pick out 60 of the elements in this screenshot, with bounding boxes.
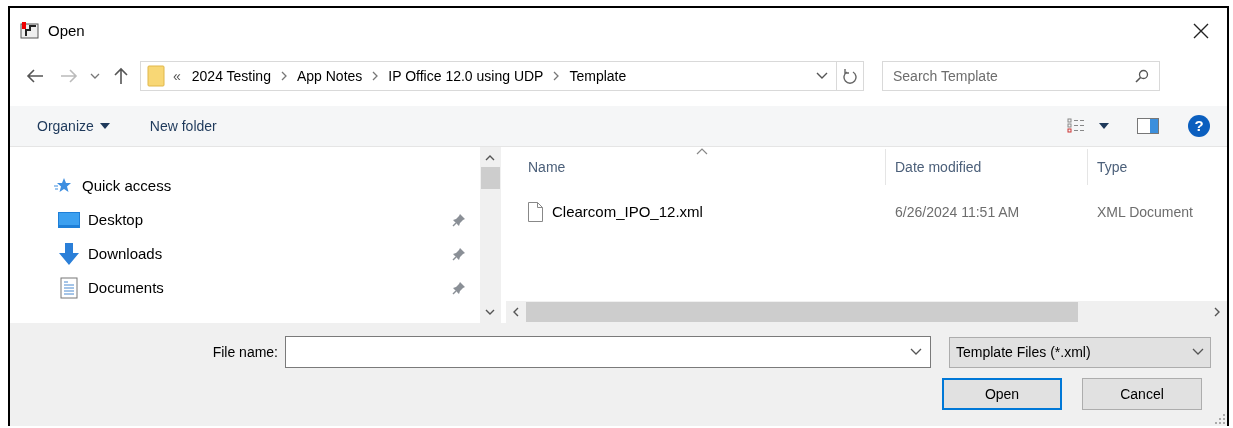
chevron-down-icon[interactable]	[910, 348, 922, 356]
chevron-right-icon[interactable]	[553, 71, 560, 81]
new-folder-button[interactable]: New folder	[149, 115, 217, 137]
breadcrumb-item[interactable]: 2024 Testing	[191, 65, 271, 87]
star-icon	[54, 178, 72, 194]
up-arrow-icon[interactable]	[114, 67, 128, 85]
search-field[interactable]: Search Template	[882, 61, 1160, 91]
scroll-up-icon[interactable]	[485, 155, 495, 161]
column-header[interactable]: Name	[528, 156, 566, 178]
open-button[interactable]: Open	[942, 378, 1062, 410]
file-type-dropdown[interactable]: Template Files (*.xml)	[949, 336, 1211, 368]
date-cell: 6/26/2024 11:51 AM	[895, 204, 1020, 220]
chevron-right-icon[interactable]	[280, 71, 287, 81]
resize-grip-icon[interactable]	[1215, 414, 1225, 424]
file-icon	[528, 202, 543, 222]
breadcrumb-item[interactable]: IP Office 12.0 using UDP	[388, 65, 544, 87]
nav-item[interactable]: Documents	[88, 276, 452, 300]
address-bar[interactable]: « 2024 Testing App Notes IP Office 12.0 using UDP Template	[140, 61, 864, 91]
file-name-label: File name:	[211, 342, 278, 362]
scroll-left-icon[interactable]	[513, 307, 519, 317]
breadcrumb-overflow[interactable]: «	[173, 65, 181, 87]
help-icon[interactable]: ?	[1187, 114, 1211, 138]
pin-icon[interactable]	[452, 213, 466, 227]
chevron-right-icon[interactable]	[372, 71, 379, 81]
search-icon	[1135, 69, 1149, 83]
scrollbar-thumb[interactable]	[526, 302, 1078, 322]
column-header[interactable]: Date modified	[895, 156, 982, 178]
caret-down-icon	[99, 123, 110, 129]
scroll-down-icon[interactable]	[485, 309, 495, 315]
nav-item[interactable]: Desktop	[88, 208, 452, 232]
nav-item[interactable]: Quick access	[82, 174, 480, 198]
vertical-scrollbar[interactable]	[480, 147, 500, 323]
breadcrumb-item[interactable]: Template	[569, 65, 627, 87]
column-header[interactable]: Type	[1097, 156, 1128, 178]
type-cell: XML Document	[1097, 204, 1193, 220]
scroll-right-icon[interactable]	[1214, 307, 1220, 317]
chevron-down-icon[interactable]	[90, 73, 100, 79]
preview-pane-icon[interactable]	[1137, 118, 1159, 134]
pin-icon[interactable]	[452, 247, 466, 261]
folder-icon	[147, 65, 165, 87]
organize-menu-button[interactable]: Organize	[37, 115, 110, 137]
chevron-down-icon[interactable]	[816, 72, 828, 80]
monitor-icon	[58, 212, 80, 228]
chevron-down-icon	[1192, 348, 1204, 356]
back-arrow-icon[interactable]	[26, 69, 44, 83]
horizontal-scrollbar[interactable]	[506, 301, 1227, 323]
file-name-field[interactable]	[285, 336, 931, 368]
sort-ascending-icon	[696, 148, 708, 155]
caret-down-icon[interactable]	[1099, 123, 1109, 129]
scrollbar-thumb[interactable]	[480, 167, 500, 189]
window-title: Open	[48, 20, 85, 41]
pin-icon[interactable]	[452, 281, 466, 295]
document-icon	[60, 277, 78, 299]
app-icon	[20, 22, 40, 40]
breadcrumb-item[interactable]: App Notes	[296, 65, 363, 87]
cancel-button[interactable]: Cancel	[1082, 378, 1202, 410]
file-name-cell[interactable]: Clearcom_IPO_12.xml	[552, 200, 703, 224]
download-arrow-icon	[58, 243, 80, 265]
refresh-icon[interactable]	[843, 68, 857, 84]
nav-item[interactable]: Downloads	[88, 242, 452, 266]
